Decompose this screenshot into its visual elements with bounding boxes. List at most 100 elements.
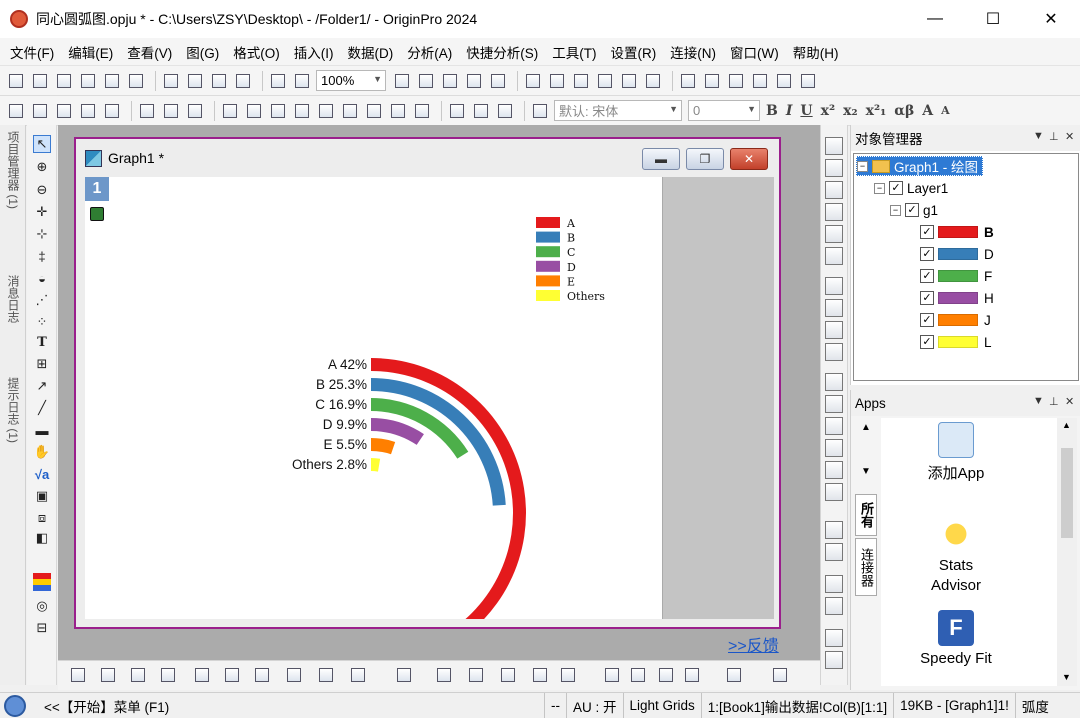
- checkbox-checked-icon[interactable]: ✓: [905, 203, 919, 217]
- set-values-icon[interactable]: [750, 71, 770, 91]
- tab-messages-log[interactable]: 消息日志: [4, 275, 22, 323]
- rescale-y-icon[interactable]: [825, 181, 843, 199]
- hand-tool-icon[interactable]: ✋: [33, 443, 51, 461]
- area-chart-icon[interactable]: [252, 665, 272, 685]
- close-icon[interactable]: ✕: [1065, 130, 1074, 143]
- tree-plot-f[interactable]: ✓ F: [920, 266, 992, 286]
- align-bottom-icon[interactable]: [825, 597, 843, 615]
- tree-plot-d[interactable]: ✓ D: [920, 244, 994, 264]
- line-tool-icon[interactable]: ╱: [33, 399, 51, 417]
- save-template-icon[interactable]: [233, 71, 253, 91]
- color-palette-icon[interactable]: [33, 573, 51, 591]
- project-explorer-icon[interactable]: [523, 71, 543, 91]
- statistics-icon[interactable]: [702, 71, 722, 91]
- redo-icon[interactable]: [30, 101, 50, 121]
- rotate-icon[interactable]: [825, 225, 843, 243]
- menu-view[interactable]: 查看(V): [127, 42, 172, 62]
- scatter-plot-icon[interactable]: [98, 665, 118, 685]
- menu-insert[interactable]: 插入(I): [294, 42, 334, 62]
- print-preview-icon[interactable]: [416, 71, 436, 91]
- align-right-icon[interactable]: [825, 543, 843, 561]
- command-window-icon[interactable]: [571, 71, 591, 91]
- color-scale-icon[interactable]: ◎: [33, 597, 51, 615]
- print-icon[interactable]: [392, 71, 412, 91]
- scroll-up-icon[interactable]: ▲: [1062, 420, 1071, 430]
- menu-file[interactable]: 文件(F): [10, 42, 54, 62]
- enable-disable-icon[interactable]: [825, 247, 843, 265]
- origin-app-icon[interactable]: [10, 10, 28, 28]
- recalculate-icon[interactable]: [268, 71, 288, 91]
- italic-icon[interactable]: I: [786, 103, 793, 119]
- mask-icon[interactable]: ◒: [33, 269, 51, 287]
- new-function-icon[interactable]: [126, 71, 146, 91]
- graph-close-button[interactable]: ✕: [730, 148, 768, 170]
- tab-smart-hint-log[interactable]: 提示日志 (1): [4, 377, 22, 443]
- menu-format[interactable]: 格式(O): [233, 42, 280, 62]
- results-log-icon[interactable]: [547, 71, 567, 91]
- scroll-top-icon[interactable]: ▲: [861, 422, 871, 433]
- stock-icon[interactable]: [602, 665, 622, 685]
- same-width-icon[interactable]: [825, 629, 843, 647]
- font-icon[interactable]: [530, 101, 550, 121]
- statistical-plot-icon[interactable]: [656, 665, 676, 685]
- insert-graph-icon[interactable]: ▣: [33, 487, 51, 505]
- zoom-in-icon[interactable]: ⊕: [33, 158, 51, 176]
- menu-settings[interactable]: 设置(R): [611, 42, 657, 62]
- open-template-icon[interactable]: [185, 71, 205, 91]
- polar-chart-icon[interactable]: [284, 665, 304, 685]
- checkbox-checked-icon[interactable]: ✓: [920, 291, 934, 305]
- status-grids[interactable]: Light Grids: [622, 693, 701, 718]
- checkbox-checked-icon[interactable]: ✓: [920, 247, 934, 261]
- new-graph-icon[interactable]: [78, 71, 98, 91]
- menu-connect[interactable]: 连接(N): [670, 42, 716, 62]
- app-speedy-fit[interactable]: F Speedy Fit: [881, 610, 1031, 667]
- line-plot-icon[interactable]: [68, 665, 88, 685]
- surface-icon[interactable]: [434, 665, 454, 685]
- apps-scrollbar[interactable]: ▲ ▼: [1057, 418, 1077, 686]
- copy-icon[interactable]: [471, 101, 491, 121]
- greek-icon[interactable]: αβ: [894, 103, 914, 119]
- code-builder-icon[interactable]: [595, 71, 615, 91]
- object-icon[interactable]: ◧: [33, 529, 51, 547]
- superscript-icon[interactable]: x²: [821, 103, 835, 119]
- apps-tab-connectors[interactable]: 连接器: [855, 538, 877, 596]
- refresh-icon[interactable]: [292, 71, 312, 91]
- bold-icon[interactable]: B: [766, 103, 778, 119]
- menu-quick-analysis[interactable]: 快捷分析(S): [466, 42, 538, 62]
- region-icon[interactable]: ⋰: [33, 291, 51, 309]
- equation-tool-icon[interactable]: √a: [33, 465, 51, 483]
- collapse-icon[interactable]: −: [890, 204, 901, 216]
- arrow-tool-icon[interactable]: ↗: [33, 377, 51, 395]
- rescale-z-icon[interactable]: [825, 203, 843, 221]
- legend-entry[interactable]: D: [536, 260, 576, 274]
- rectangle-tool-icon[interactable]: ▬: [33, 421, 51, 439]
- save-project-icon[interactable]: [209, 71, 229, 91]
- pin-icon[interactable]: ⊥: [1049, 395, 1059, 408]
- arc-e[interactable]: [371, 438, 396, 455]
- checkbox-checked-icon[interactable]: ✓: [889, 181, 903, 195]
- increase-font-icon[interactable]: A: [922, 103, 933, 119]
- merge-icon[interactable]: [102, 101, 122, 121]
- new-matrix-icon[interactable]: [54, 71, 74, 91]
- feedback-link[interactable]: >>反馈: [728, 632, 779, 656]
- graph-maximize-button[interactable]: ❐: [686, 148, 724, 170]
- app-add-app[interactable]: 添加App: [881, 422, 1031, 483]
- copy-page-icon[interactable]: [440, 71, 460, 91]
- contour-icon[interactable]: [394, 665, 414, 685]
- 3d-chart-icon[interactable]: [348, 665, 368, 685]
- tree-plot-h[interactable]: ✓ H: [920, 288, 994, 308]
- toolbar-overflow-icon[interactable]: [770, 665, 790, 685]
- smart-hint-icon[interactable]: [643, 71, 663, 91]
- legend-entry[interactable]: C: [536, 246, 575, 259]
- status-angle-unit[interactable]: 弧度: [1014, 693, 1055, 718]
- tree-layer1[interactable]: − ✓ Layer1: [874, 178, 948, 198]
- minimize-button[interactable]: —: [906, 0, 964, 38]
- template-library-icon[interactable]: [530, 665, 550, 685]
- multi-panel-icon[interactable]: [192, 665, 212, 685]
- pin-icon[interactable]: [161, 101, 181, 121]
- export-icon[interactable]: [464, 71, 484, 91]
- collapse-icon[interactable]: −: [857, 160, 868, 172]
- add-layer-icon[interactable]: [78, 101, 98, 121]
- gantt-icon[interactable]: [628, 665, 648, 685]
- bar-plot-icon[interactable]: [798, 71, 818, 91]
